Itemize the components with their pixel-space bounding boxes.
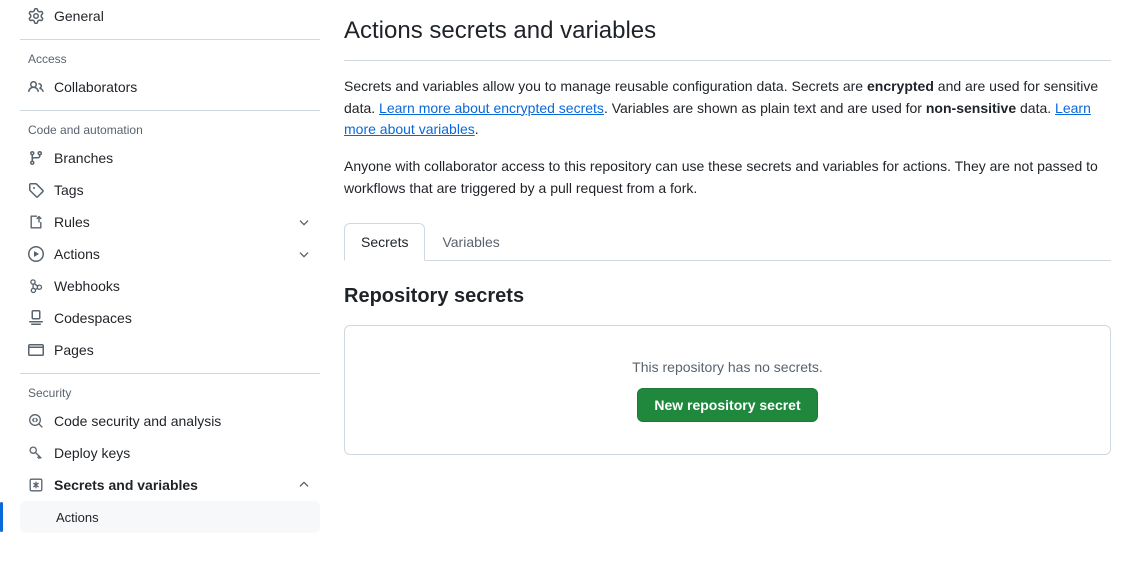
sidebar-item-pages[interactable]: Pages [20,334,320,366]
sidebar-item-general[interactable]: General [20,0,320,32]
sidebar-item-codespaces[interactable]: Codespaces [20,302,320,334]
desc-bold-non-sensitive: non-sensitive [925,99,1017,116]
sidebar-item-label: Codespaces [54,310,132,326]
sidebar-item-webhooks[interactable]: Webhooks [20,270,320,302]
sidebar-group-title-access: Access [28,52,67,66]
sidebar-item-label: General [54,8,104,24]
main-content: Actions secrets and variables Secrets an… [340,0,1133,575]
codescan-icon [28,413,44,429]
page-title: Actions secrets and variables [344,17,657,44]
sidebar-item-tags[interactable]: Tags [20,174,320,206]
browser-icon [28,342,44,358]
description-paragraph-2: Anyone with collaborator access to this … [344,158,1098,196]
codespaces-icon [28,310,44,326]
desc-bold-encrypted: encrypted [866,78,934,94]
sidebar-item-actions[interactable]: Actions [20,238,320,270]
sidebar-subitem-secrets-actions[interactable]: Actions [0,501,320,533]
sidebar-item-label: Pages [54,342,94,358]
chevron-down-icon[interactable] [296,214,312,230]
git-branch-icon [28,150,44,166]
desc-text-3: . Variables are shown as plain text and … [603,99,926,116]
sidebar-item-deploy-keys[interactable]: Deploy keys [20,437,320,469]
chevron-down-icon[interactable] [296,246,312,262]
chevron-up-icon[interactable] [296,477,312,493]
sidebar-item-label: Webhooks [54,278,120,294]
sidebar-divider [20,110,320,111]
new-repository-secret-button[interactable]: New repository secret [637,387,818,422]
sidebar-group-general: General [0,0,340,32]
people-icon [28,79,44,95]
sidebar-item-label: Code security and analysis [54,413,222,429]
sidebar-item-label: Tags [54,182,84,198]
sidebar-item-label: Deploy keys [54,445,131,461]
rules-icon [28,214,44,230]
key-icon [28,445,44,461]
sidebar-item-label: Actions [54,246,100,262]
desc-text-1: Secrets and variables allow you to manag… [344,78,867,94]
sidebar-group-access: Access Collaborators [0,47,340,103]
sidebar-divider [20,373,320,374]
section-heading-repository-secrets: Repository secrets [344,285,525,308]
tab-variables[interactable]: Variables [425,223,516,261]
desc-text-5: . [474,121,479,138]
tab-bar: Secrets Variables [344,223,1111,262]
sidebar-group-code-and-automation: Code and automation Branches Tags Rules … [0,118,340,366]
sidebar-item-collaborators[interactable]: Collaborators [20,71,320,103]
sidebar-item-label: Secrets and variables [54,477,198,493]
settings-sidebar: General Access Collaborators Code and au… [0,0,340,575]
empty-state-panel: This repository has no secrets. New repo… [344,325,1111,456]
sidebar-item-rules[interactable]: Rules [20,206,320,238]
sidebar-divider [20,39,320,40]
sidebar-item-label: Branches [54,150,114,166]
sidebar-item-secrets-and-variables[interactable]: Secrets and variables [20,469,320,501]
sidebar-item-label: Rules [54,214,90,230]
sidebar-subitem-label: Actions [56,509,99,525]
play-icon [28,246,44,262]
title-divider [344,60,1111,61]
sidebar-item-branches[interactable]: Branches [20,142,320,174]
asterisk-key-icon [28,477,44,493]
sidebar-group-title-security: Security [28,386,72,400]
webhook-icon [28,278,44,294]
desc-text-4: data. [1016,99,1056,116]
sidebar-group-title-code-and-automation: Code and automation [28,123,143,137]
gear-icon [28,8,44,24]
description-paragraph-1: Secrets and variables allow you to manag… [344,76,1111,141]
sidebar-item-label: Collaborators [54,79,138,95]
sidebar-item-code-security-and-analysis[interactable]: Code security and analysis [20,405,320,437]
tag-icon [28,182,44,198]
empty-state-message: This repository has no secrets. [632,358,823,375]
settings-page: General Access Collaborators Code and au… [0,0,1133,575]
sidebar-group-security: Security Code security and analysis Depl… [0,381,340,533]
link-learn-more-encrypted-secrets[interactable]: Learn more about encrypted secrets [379,100,604,116]
tab-secrets[interactable]: Secrets [344,223,426,262]
